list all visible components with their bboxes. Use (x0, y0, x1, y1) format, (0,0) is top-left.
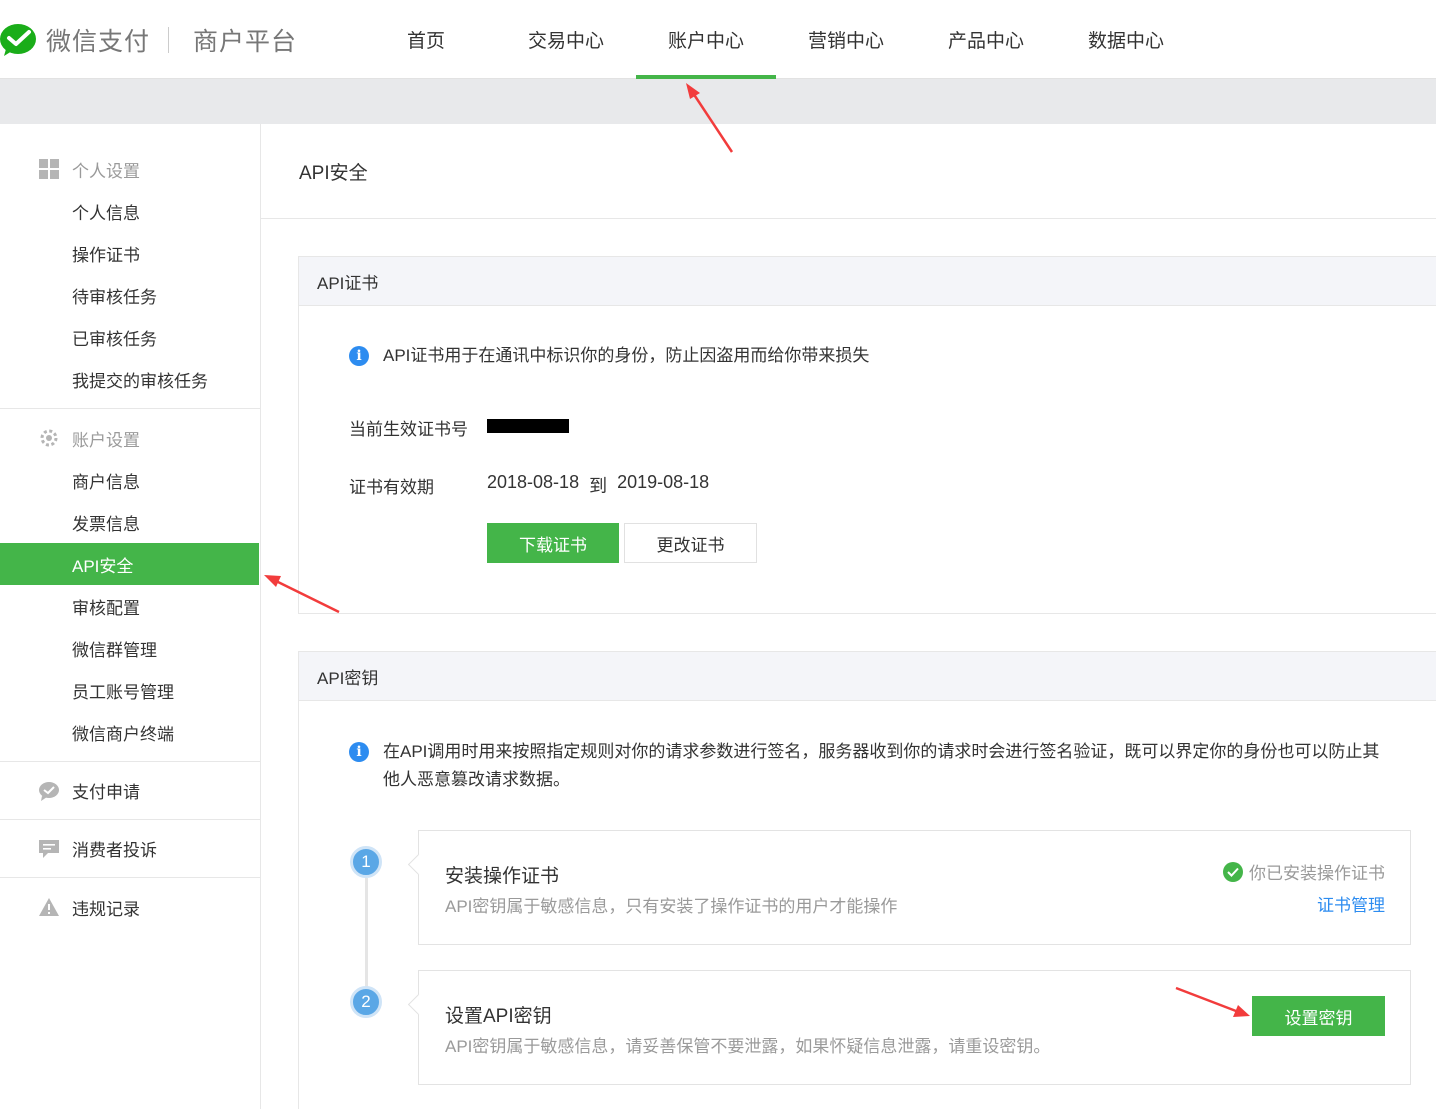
step-1-box: 安装操作证书 API密钥属于敏感信息，只有安装了操作证书的用户才能操作 你已安装… (418, 830, 1411, 945)
sidebar-item-wechat-group[interactable]: 微信群管理 (0, 627, 260, 669)
step-2-title: 设置API密钥 (445, 1006, 552, 1027)
api-key-info: i 在API调用时用来按照指定规则对你的请求参数进行签名，服务器收到你的请求时会… (349, 738, 1379, 794)
main-nav: 首页 交易中心 账户中心 营销中心 产品中心 数据中心 (356, 0, 1196, 79)
title-divider (261, 218, 1436, 219)
change-cert-button[interactable]: 更改证书 (624, 523, 757, 563)
sidebar-item-pending-review[interactable]: 待审核任务 (0, 274, 260, 316)
wechat-pay-icon (0, 24, 36, 56)
step-2-box: 设置API密钥 API密钥属于敏感信息，请妥善保管不要泄露，如果怀疑信息泄露，请… (418, 970, 1411, 1085)
top-header: 微信支付 商户平台 首页 交易中心 账户中心 营销中心 产品中心 数据中心 (0, 0, 1436, 79)
sub-header-bar (0, 79, 1436, 124)
sidebar-item-label: 违规记录 (72, 899, 140, 919)
step-1-title: 安装操作证书 (445, 866, 560, 887)
platform-name: 商户平台 (193, 28, 298, 56)
grid-icon (38, 158, 60, 180)
nav-home[interactable]: 首页 (356, 0, 496, 79)
api-cert-heading: API证书 (299, 257, 1436, 306)
sidebar-item-review-config[interactable]: 审核配置 (0, 585, 260, 627)
nav-account-center[interactable]: 账户中心 (636, 0, 776, 79)
cert-validity-value: 2018-08-18 到 2019-08-18 (487, 472, 709, 498)
sidebar-group-label: 个人设置 (72, 161, 140, 181)
sidebar-group-account: 账户设置 商户信息 发票信息 API安全 审核配置 微信群管理 员工账号管理 微… (0, 409, 260, 762)
api-key-info-text: 在API调用时用来按照指定规则对你的请求参数进行签名，服务器收到你的请求时会进行… (383, 738, 1379, 794)
cert-validity-label: 证书有效期 (349, 478, 434, 497)
step-2-indicator: 2 (350, 986, 382, 1018)
sidebar-group-title: 账户设置 (0, 417, 260, 459)
api-key-info-line2: 他人恶意篡改请求数据。 (383, 770, 570, 789)
cert-manage-link[interactable]: 证书管理 (1317, 891, 1385, 916)
current-cert-label: 当前生效证书号 (349, 420, 468, 439)
warning-icon (38, 896, 60, 918)
sidebar-item-operation-cert[interactable]: 操作证书 (0, 232, 260, 274)
brand-logo[interactable]: 微信支付 商户平台 (0, 22, 297, 58)
sidebar-item-violations[interactable]: 违规记录 (0, 878, 260, 936)
info-icon: i (349, 742, 369, 762)
nav-product-center[interactable]: 产品中心 (916, 0, 1056, 79)
nav-data-center[interactable]: 数据中心 (1056, 0, 1196, 79)
sidebar-group-label: 账户设置 (72, 430, 140, 450)
sidebar-item-reviewed[interactable]: 已审核任务 (0, 316, 260, 358)
validity-to-word: 到 (589, 476, 608, 496)
redacted-cert-number (487, 419, 569, 433)
message-icon (38, 838, 60, 860)
sidebar-item-api-security[interactable]: API安全 (0, 543, 259, 585)
sidebar-item-invoice-info[interactable]: 发票信息 (0, 501, 260, 543)
sidebar-item-personal-info[interactable]: 个人信息 (0, 190, 260, 232)
page-title: API安全 (299, 163, 368, 184)
brand-name: 微信支付 (46, 28, 151, 56)
step-connector (365, 878, 368, 990)
validity-from: 2018-08-18 (487, 472, 580, 492)
chat-bubble-icon (38, 780, 60, 802)
check-circle-icon (1223, 861, 1243, 882)
sidebar-item-merchant-info[interactable]: 商户信息 (0, 459, 260, 501)
sidebar-group-title: 个人设置 (0, 148, 260, 190)
nav-trade-center[interactable]: 交易中心 (496, 0, 636, 79)
sidebar: 个人设置 个人信息 操作证书 待审核任务 已审核任务 我提交的审核任务 账户设置… (0, 124, 261, 1109)
brand-separator (168, 27, 170, 53)
cert-installed-text: 你已安装操作证书 (1249, 864, 1385, 883)
api-cert-info: i API证书用于在通讯中标识你的身份，防止因盗用而给你带来损失 (349, 342, 869, 370)
info-icon: i (349, 346, 369, 366)
nav-marketing-center[interactable]: 营销中心 (776, 0, 916, 79)
sidebar-item-label: 消费者投诉 (72, 841, 157, 860)
step-1-indicator: 1 (350, 846, 382, 878)
set-key-button[interactable]: 设置密钥 (1252, 996, 1385, 1036)
api-cert-card: API证书 (298, 256, 1436, 614)
api-key-heading: API密钥 (299, 652, 1436, 701)
sidebar-item-staff-accounts[interactable]: 员工账号管理 (0, 669, 260, 711)
step-1-desc: API密钥属于敏感信息，只有安装了操作证书的用户才能操作 (445, 897, 898, 916)
sidebar-group-personal: 个人设置 个人信息 操作证书 待审核任务 已审核任务 我提交的审核任务 (0, 124, 260, 409)
sidebar-item-my-submitted[interactable]: 我提交的审核任务 (0, 358, 260, 400)
download-cert-button[interactable]: 下载证书 (487, 523, 619, 563)
sidebar-item-label: 支付申请 (72, 783, 140, 802)
validity-to: 2019-08-18 (617, 472, 710, 492)
sidebar-item-pay-apply[interactable]: 支付申请 (0, 762, 260, 820)
sidebar-item-merchant-terminal[interactable]: 微信商户终端 (0, 711, 260, 753)
api-key-info-line1: 在API调用时用来按照指定规则对你的请求参数进行签名，服务器收到你的请求时会进行… (383, 742, 1380, 761)
cert-installed-status: 你已安装操作证书 (1223, 859, 1385, 884)
step-2-desc: API密钥属于敏感信息，请妥善保管不要泄露，如果怀疑信息泄露，请重设密钥。 (445, 1037, 1051, 1056)
gear-icon (38, 427, 60, 449)
api-cert-info-text: API证书用于在通讯中标识你的身份，防止因盗用而给你带来损失 (383, 346, 870, 365)
sidebar-item-complaints[interactable]: 消费者投诉 (0, 820, 260, 878)
